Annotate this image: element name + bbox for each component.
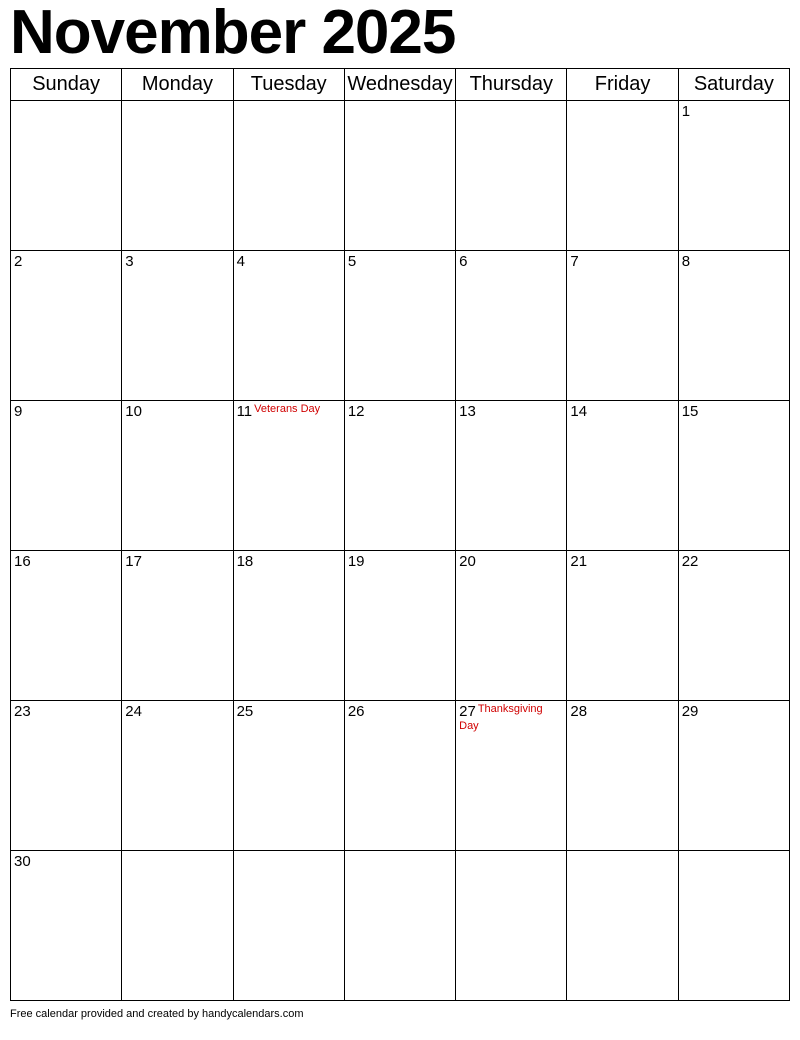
day-number: 7 (570, 253, 578, 270)
day-number: 23 (14, 703, 31, 720)
day-cell (233, 851, 344, 1001)
day-cell: 17 (122, 551, 233, 701)
day-cell: 21 (567, 551, 678, 701)
day-cell (122, 101, 233, 251)
weekday-header: Tuesday (233, 69, 344, 101)
day-number: 6 (459, 253, 467, 270)
day-cell: 30 (11, 851, 122, 1001)
day-cell (456, 101, 567, 251)
day-cell: 1 (678, 101, 789, 251)
day-number: 30 (14, 853, 31, 870)
day-number: 17 (125, 553, 142, 570)
day-cell: 19 (344, 551, 455, 701)
day-number: 4 (237, 253, 245, 270)
day-number: 3 (125, 253, 133, 270)
weekday-header: Saturday (678, 69, 789, 101)
day-cell: 5 (344, 251, 455, 401)
day-cell: 29 (678, 701, 789, 851)
day-cell: 10 (122, 401, 233, 551)
holiday-label: Veterans Day (254, 403, 320, 415)
day-cell (122, 851, 233, 1001)
footer-credit: Free calendar provided and created by ha… (10, 1008, 304, 1020)
day-number: 26 (348, 703, 365, 720)
day-number: 16 (14, 553, 31, 570)
day-cell: 11Veterans Day (233, 401, 344, 551)
day-cell: 8 (678, 251, 789, 401)
day-number: 12 (348, 403, 365, 420)
day-number: 22 (682, 553, 699, 570)
day-cell: 13 (456, 401, 567, 551)
day-cell (567, 851, 678, 1001)
day-cell: 20 (456, 551, 567, 701)
day-number: 9 (14, 403, 22, 420)
day-number: 18 (237, 553, 254, 570)
day-cell: 12 (344, 401, 455, 551)
day-cell: 2 (11, 251, 122, 401)
day-cell: 16 (11, 551, 122, 701)
day-cell (233, 101, 344, 251)
weekday-header: Sunday (11, 69, 122, 101)
day-cell: 4 (233, 251, 344, 401)
day-cell: 24 (122, 701, 233, 851)
day-number: 15 (682, 403, 699, 420)
weekday-header: Friday (567, 69, 678, 101)
day-cell: 28 (567, 701, 678, 851)
day-cell (11, 101, 122, 251)
day-number: 14 (570, 403, 587, 420)
calendar-title: November 2025 (10, 0, 790, 64)
day-cell: 7 (567, 251, 678, 401)
day-cell (344, 851, 455, 1001)
weekday-header: Wednesday (344, 69, 455, 101)
day-number: 24 (125, 703, 142, 720)
calendar-table: Sunday Monday Tuesday Wednesday Thursday… (10, 68, 790, 1001)
day-cell (678, 851, 789, 1001)
day-number: 1 (682, 103, 690, 120)
day-number: 11 (237, 403, 253, 420)
day-number: 2 (14, 253, 22, 270)
day-cell: 3 (122, 251, 233, 401)
weekday-header: Thursday (456, 69, 567, 101)
day-number: 20 (459, 553, 476, 570)
day-cell: 23 (11, 701, 122, 851)
day-number: 19 (348, 553, 365, 570)
day-number: 28 (570, 703, 587, 720)
day-cell: 22 (678, 551, 789, 701)
day-cell: 26 (344, 701, 455, 851)
day-number: 21 (570, 553, 587, 570)
day-cell: 14 (567, 401, 678, 551)
day-number: 13 (459, 403, 476, 420)
day-number: 25 (237, 703, 254, 720)
day-cell: 25 (233, 701, 344, 851)
day-cell (344, 101, 455, 251)
day-cell (567, 101, 678, 251)
day-number: 29 (682, 703, 699, 720)
day-cell: 6 (456, 251, 567, 401)
day-cell: 18 (233, 551, 344, 701)
day-number: 5 (348, 253, 356, 270)
day-cell (456, 851, 567, 1001)
day-number: 10 (125, 403, 142, 420)
weekday-header: Monday (122, 69, 233, 101)
day-cell: 27Thanksgiving Day (456, 701, 567, 851)
day-cell: 15 (678, 401, 789, 551)
day-number: 27 (459, 703, 476, 720)
day-cell: 9 (11, 401, 122, 551)
day-number: 8 (682, 253, 690, 270)
